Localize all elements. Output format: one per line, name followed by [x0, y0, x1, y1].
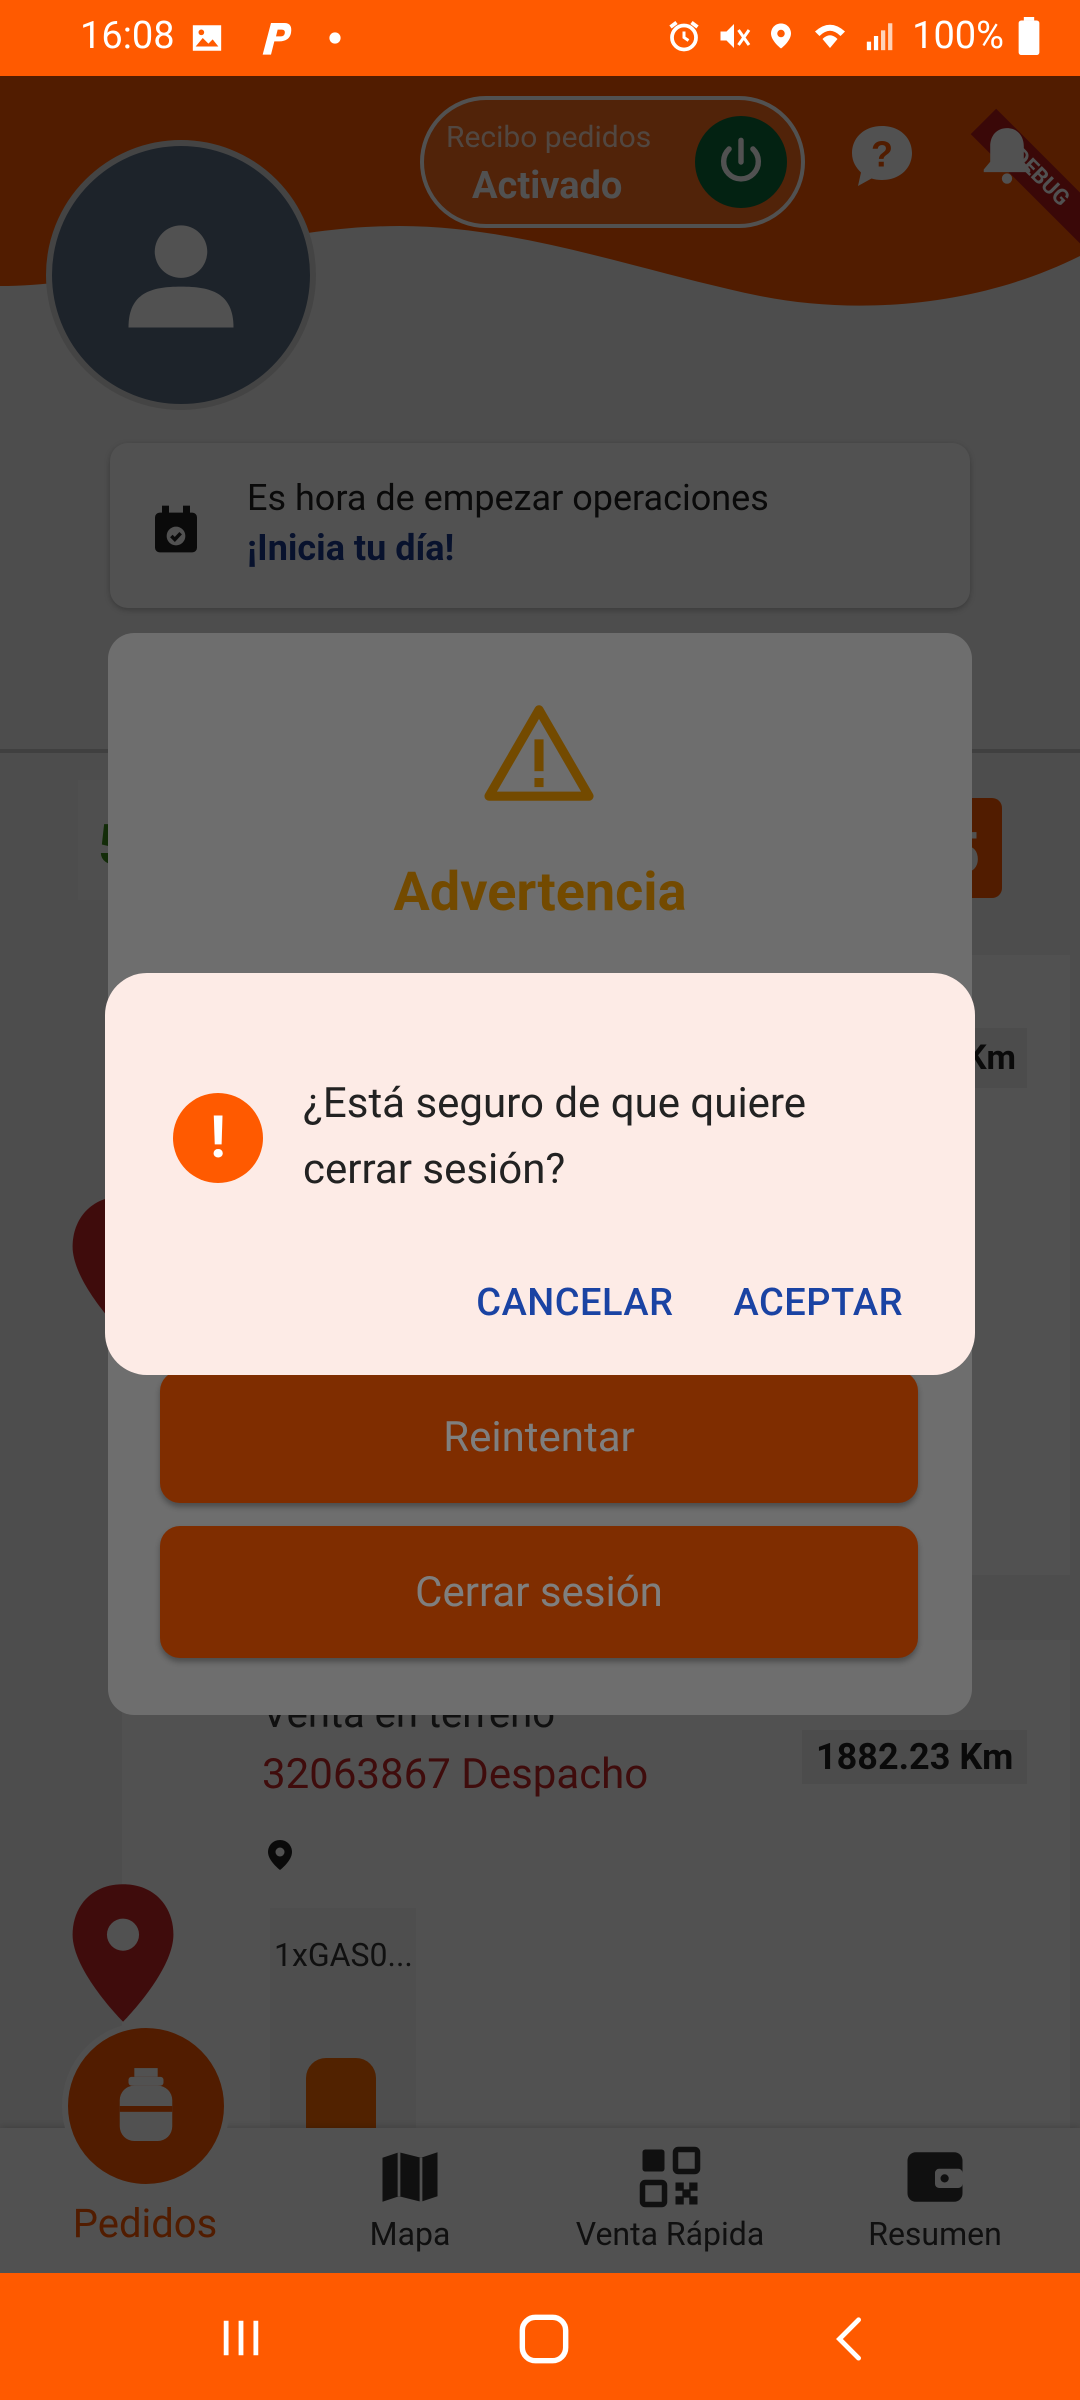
signal-icon [866, 23, 893, 51]
recent-apps-icon[interactable] [218, 2315, 264, 2361]
alarm-icon [669, 21, 699, 52]
dialog-actions: CANCELAR ACEPTAR [476, 1281, 903, 1325]
mute-icon [720, 24, 751, 48]
notification-dot-icon [329, 32, 341, 44]
status-bar: 16:08 100% [0, 0, 1080, 76]
system-nav-bar [0, 2273, 1080, 2400]
battery-percent: 100% [912, 14, 1004, 58]
gallery-icon [192, 25, 222, 51]
status-time: 16:08 [80, 14, 175, 58]
battery-icon [1018, 17, 1040, 55]
home-icon[interactable] [518, 2313, 570, 2365]
app-p-icon [262, 23, 292, 55]
accept-button[interactable]: ACEPTAR [734, 1281, 903, 1325]
back-icon[interactable] [826, 2313, 872, 2365]
location-icon [771, 23, 792, 49]
confirm-logout-dialog: ! ¿Está seguro de que quiere cerrar sesi… [105, 973, 975, 1375]
confirm-message: ¿Está seguro de que quiere cerrar sesión… [303, 1079, 807, 1194]
cancel-button[interactable]: CANCELAR [476, 1281, 673, 1325]
alert-circle-icon: ! [173, 1093, 263, 1183]
wifi-icon [815, 24, 846, 48]
